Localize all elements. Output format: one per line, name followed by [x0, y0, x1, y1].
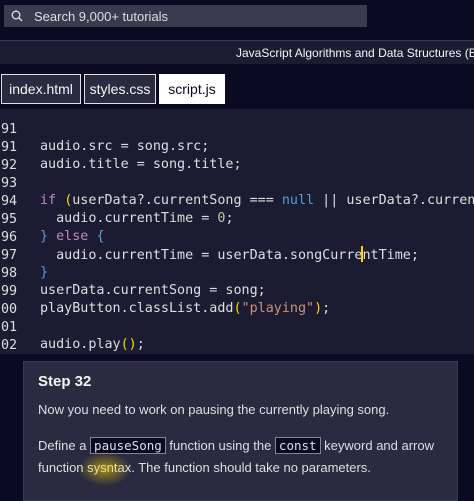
step-intro: Now you need to work on pausing the curr…	[38, 402, 390, 417]
search-placeholder: Search 9,000+ tutorials	[34, 8, 169, 24]
code-line: 94 audio.currentTime = 0;	[0, 176, 474, 226]
code-line: 97 }	[0, 230, 474, 280]
code-line: 92	[0, 140, 474, 173]
instruction-text: function using the	[165, 438, 275, 453]
code-chip-const: const	[274, 437, 321, 454]
tab-script-js[interactable]: script.js	[159, 74, 225, 104]
code-line: 03	[0, 338, 474, 354]
code-line: 00	[0, 284, 474, 317]
search-bar[interactable]: Search 9,000+ tutorials	[4, 5, 367, 27]
file-tabs: index.html styles.css script.js	[0, 64, 474, 109]
search-icon	[8, 5, 28, 27]
code-line: 96 audio.currentTime = userData.songCurr…	[0, 212, 474, 263]
step-description-panel: Step 32 Now you need to work on pausing …	[23, 361, 458, 501]
step-instructions: Define a pauseSong function using the co…	[38, 435, 448, 479]
code-line: 93 if (userData?.currentSong === null ||…	[0, 158, 474, 208]
code-editor[interactable]: 91 audio.src = song.src; 91 audio.title …	[0, 109, 474, 354]
code-line: 02 };	[0, 320, 474, 353]
top-nav: Search 9,000+ tutorials	[0, 0, 474, 33]
code-chip-pausesong: pauseSong	[90, 437, 166, 454]
step-title: Step 32	[38, 373, 92, 390]
code-line: 91 audio.src = song.src;	[0, 109, 474, 154]
code-line: 01 audio.play();	[0, 302, 474, 352]
highlighted-word: sysntax	[87, 460, 132, 475]
course-title: JavaScript Algorithms and Data Structure…	[236, 46, 474, 60]
instruction-text: . The function should take no parameters…	[131, 460, 371, 475]
code-line: 95 } else {	[0, 194, 474, 244]
code-line: 99 playButton.classList.add("playing");	[0, 266, 474, 316]
code-line: 91 audio.title = song.title;	[0, 122, 474, 172]
tab-styles-css[interactable]: styles.css	[84, 74, 156, 104]
code-line: 98 userData.currentSong = song;	[0, 248, 474, 298]
instruction-text: Define a	[38, 438, 91, 453]
tab-index-html[interactable]: index.html	[1, 74, 81, 104]
course-title-bar: JavaScript Algorithms and Data Structure…	[0, 40, 474, 65]
